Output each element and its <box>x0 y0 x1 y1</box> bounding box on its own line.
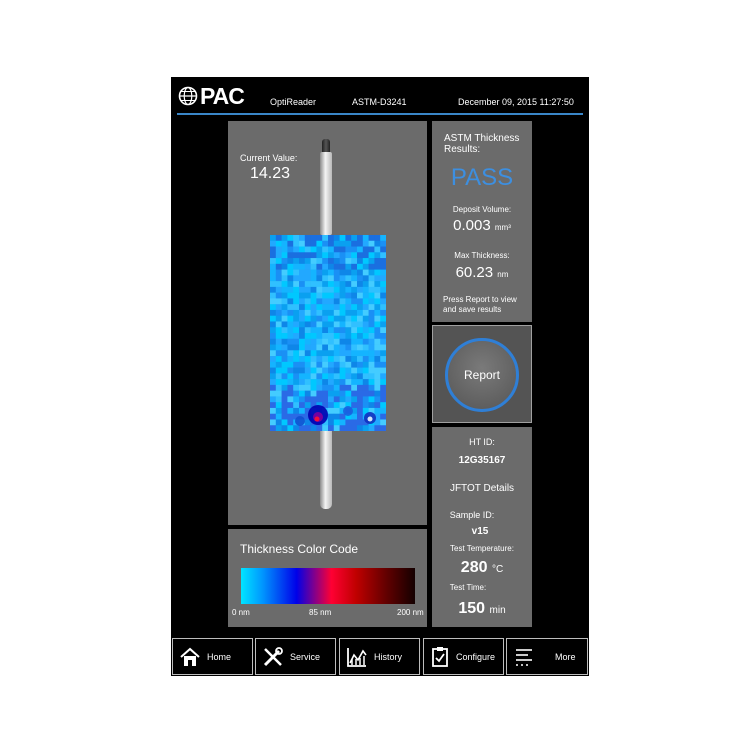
jftot-details-title: JFTOT Details <box>449 483 515 494</box>
color-tick-mid: 85 nm <box>309 608 332 617</box>
chart-icon <box>347 647 367 667</box>
tube-view-panel: Current Value: 14.23 <box>228 121 427 525</box>
app-name: OptiReader <box>270 97 317 107</box>
tools-icon <box>263 646 283 666</box>
thickness-heatmap[interactable] <box>270 235 386 431</box>
test-time-value: 150 <box>458 600 486 617</box>
max-thickness-label: Max Thickness: <box>454 251 510 260</box>
brand-name: PAC <box>200 82 245 109</box>
menu-icon <box>516 648 532 666</box>
results-title: ASTM Thickness Results: <box>444 133 520 155</box>
test-temperature-value: 280 <box>460 559 488 576</box>
test-temperature-label: Test Temperature: <box>450 544 514 553</box>
ht-id-value: 12G35167 <box>458 455 506 466</box>
max-thickness-unit: nm <box>497 270 509 279</box>
test-temperature-unit: °C <box>491 564 504 575</box>
nav-configure-button[interactable]: Configure <box>423 638 504 675</box>
deposit-volume-unit: mm³ <box>494 223 511 232</box>
nav-service-label: Service <box>290 651 321 662</box>
nav-history-label: History <box>374 651 403 662</box>
nav-configure-label: Configure <box>456 651 496 662</box>
tube-top-cap <box>322 139 330 153</box>
nav-home-button[interactable]: Home <box>172 638 253 675</box>
test-time: 150 min <box>432 600 532 618</box>
current-value: 14.23 <box>250 165 291 182</box>
max-thickness-value: 60.23 <box>455 264 494 281</box>
deposit-volume-label: Deposit Volume: <box>452 205 512 214</box>
max-thickness: 60.23 nm <box>432 264 532 281</box>
report-button[interactable]: Report <box>445 338 519 412</box>
color-code-panel: Thickness Color Code 0 nm 85 nm 200 nm <box>228 529 427 627</box>
color-tick-max: 200 nm <box>397 608 424 617</box>
results-panel: ASTM Thickness Results: PASS Deposit Vol… <box>432 121 532 322</box>
nav-service-button[interactable]: Service <box>255 638 336 675</box>
sample-id-label: Sample ID: <box>449 510 495 520</box>
ht-id-label: HT ID: <box>469 437 495 447</box>
jftot-details-panel: HT ID: 12G35167 JFTOT Details Sample ID:… <box>432 427 532 627</box>
device-screen: PAC OptiReader ASTM-D3241 December 09, 2… <box>171 77 589 676</box>
clipboard-check-icon <box>432 646 448 667</box>
header-bar: PAC OptiReader ASTM-D3241 December 09, 2… <box>171 77 589 115</box>
nav-history-button[interactable]: History <box>339 638 420 675</box>
bottom-nav: Home Service History Configure More <box>171 636 589 676</box>
color-code-title: Thickness Color Code <box>240 542 359 556</box>
current-value-label: Current Value: <box>240 153 298 163</box>
nav-more-button[interactable]: More <box>506 638 588 675</box>
pac-logo: PAC <box>178 82 245 109</box>
report-panel: Report <box>432 325 532 423</box>
deposit-volume-value: 0.003 <box>453 217 491 234</box>
color-tick-min: 0 nm <box>232 608 250 617</box>
nav-more-label: More <box>555 651 576 662</box>
nav-home-label: Home <box>207 651 232 662</box>
tube-bottom-rod <box>320 431 332 509</box>
datetime: December 09, 2015 11:27:50 <box>458 97 574 107</box>
test-time-label: Test Time: <box>449 583 487 592</box>
pass-status: PASS <box>450 164 514 191</box>
deposit-volume: 0.003 mm³ <box>432 217 532 234</box>
globe-icon <box>178 86 198 106</box>
test-temperature: 280 °C <box>432 559 532 577</box>
home-icon <box>180 647 200 666</box>
test-time-unit: min <box>489 605 506 616</box>
sample-id-value: v15 <box>471 526 489 537</box>
test-method: ASTM-D3241 <box>352 97 407 107</box>
header-divider <box>177 113 583 115</box>
report-hint: Press Report to view and save results <box>443 295 517 314</box>
color-scale-bar <box>241 568 415 604</box>
tube-top-rod <box>320 152 332 235</box>
